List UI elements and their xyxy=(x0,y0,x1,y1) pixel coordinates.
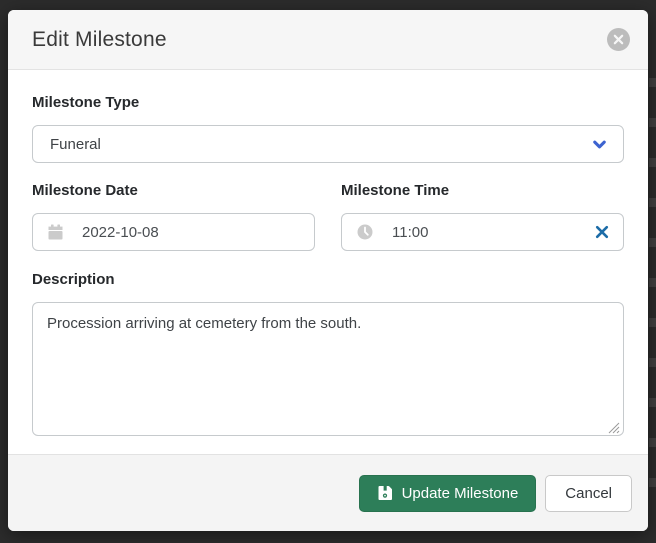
cancel-button[interactable]: Cancel xyxy=(545,475,632,512)
milestone-time-label: Milestone Time xyxy=(341,182,624,200)
milestone-type-label: Milestone Type xyxy=(32,94,624,112)
description-textarea[interactable]: Procession arriving at cemetery from the… xyxy=(32,302,624,436)
milestone-time-value: 11:00 xyxy=(392,224,428,241)
milestone-type-value: Funeral xyxy=(50,136,101,153)
date-time-row: Milestone Date 2022-10-08 Milestone Time xyxy=(32,182,624,251)
milestone-date-value: 2022-10-08 xyxy=(82,224,159,241)
backdrop-page-artifacts xyxy=(649,78,656,508)
calendar-icon xyxy=(48,224,63,240)
chevron-down-icon xyxy=(590,135,609,154)
save-icon xyxy=(377,485,393,501)
clock-icon xyxy=(357,224,373,240)
update-milestone-label: Update Milestone xyxy=(402,485,519,502)
description-label: Description xyxy=(32,271,624,289)
date-column: Milestone Date 2022-10-08 xyxy=(32,182,315,251)
edit-milestone-modal: Edit Milestone Milestone Type Funeral Mi… xyxy=(8,10,648,531)
close-button[interactable] xyxy=(607,28,630,51)
cancel-label: Cancel xyxy=(565,485,612,502)
description-field: Procession arriving at cemetery from the… xyxy=(32,302,624,441)
resize-handle-icon[interactable] xyxy=(608,422,620,434)
modal-body: Milestone Type Funeral Milestone Date xyxy=(8,70,648,454)
modal-header: Edit Milestone xyxy=(8,10,648,70)
modal-footer: Update Milestone Cancel xyxy=(8,454,648,531)
clear-time-icon[interactable] xyxy=(595,225,609,239)
update-milestone-button[interactable]: Update Milestone xyxy=(359,475,537,512)
modal-title: Edit Milestone xyxy=(32,28,167,52)
milestone-date-input[interactable]: 2022-10-08 xyxy=(32,213,315,251)
time-column: Milestone Time 11:00 xyxy=(341,182,624,251)
milestone-time-input[interactable]: 11:00 xyxy=(341,213,624,251)
milestone-date-label: Milestone Date xyxy=(32,182,315,200)
modal-backdrop: Edit Milestone Milestone Type Funeral Mi… xyxy=(0,0,656,543)
close-icon xyxy=(613,34,624,45)
milestone-type-select[interactable]: Funeral xyxy=(32,125,624,163)
